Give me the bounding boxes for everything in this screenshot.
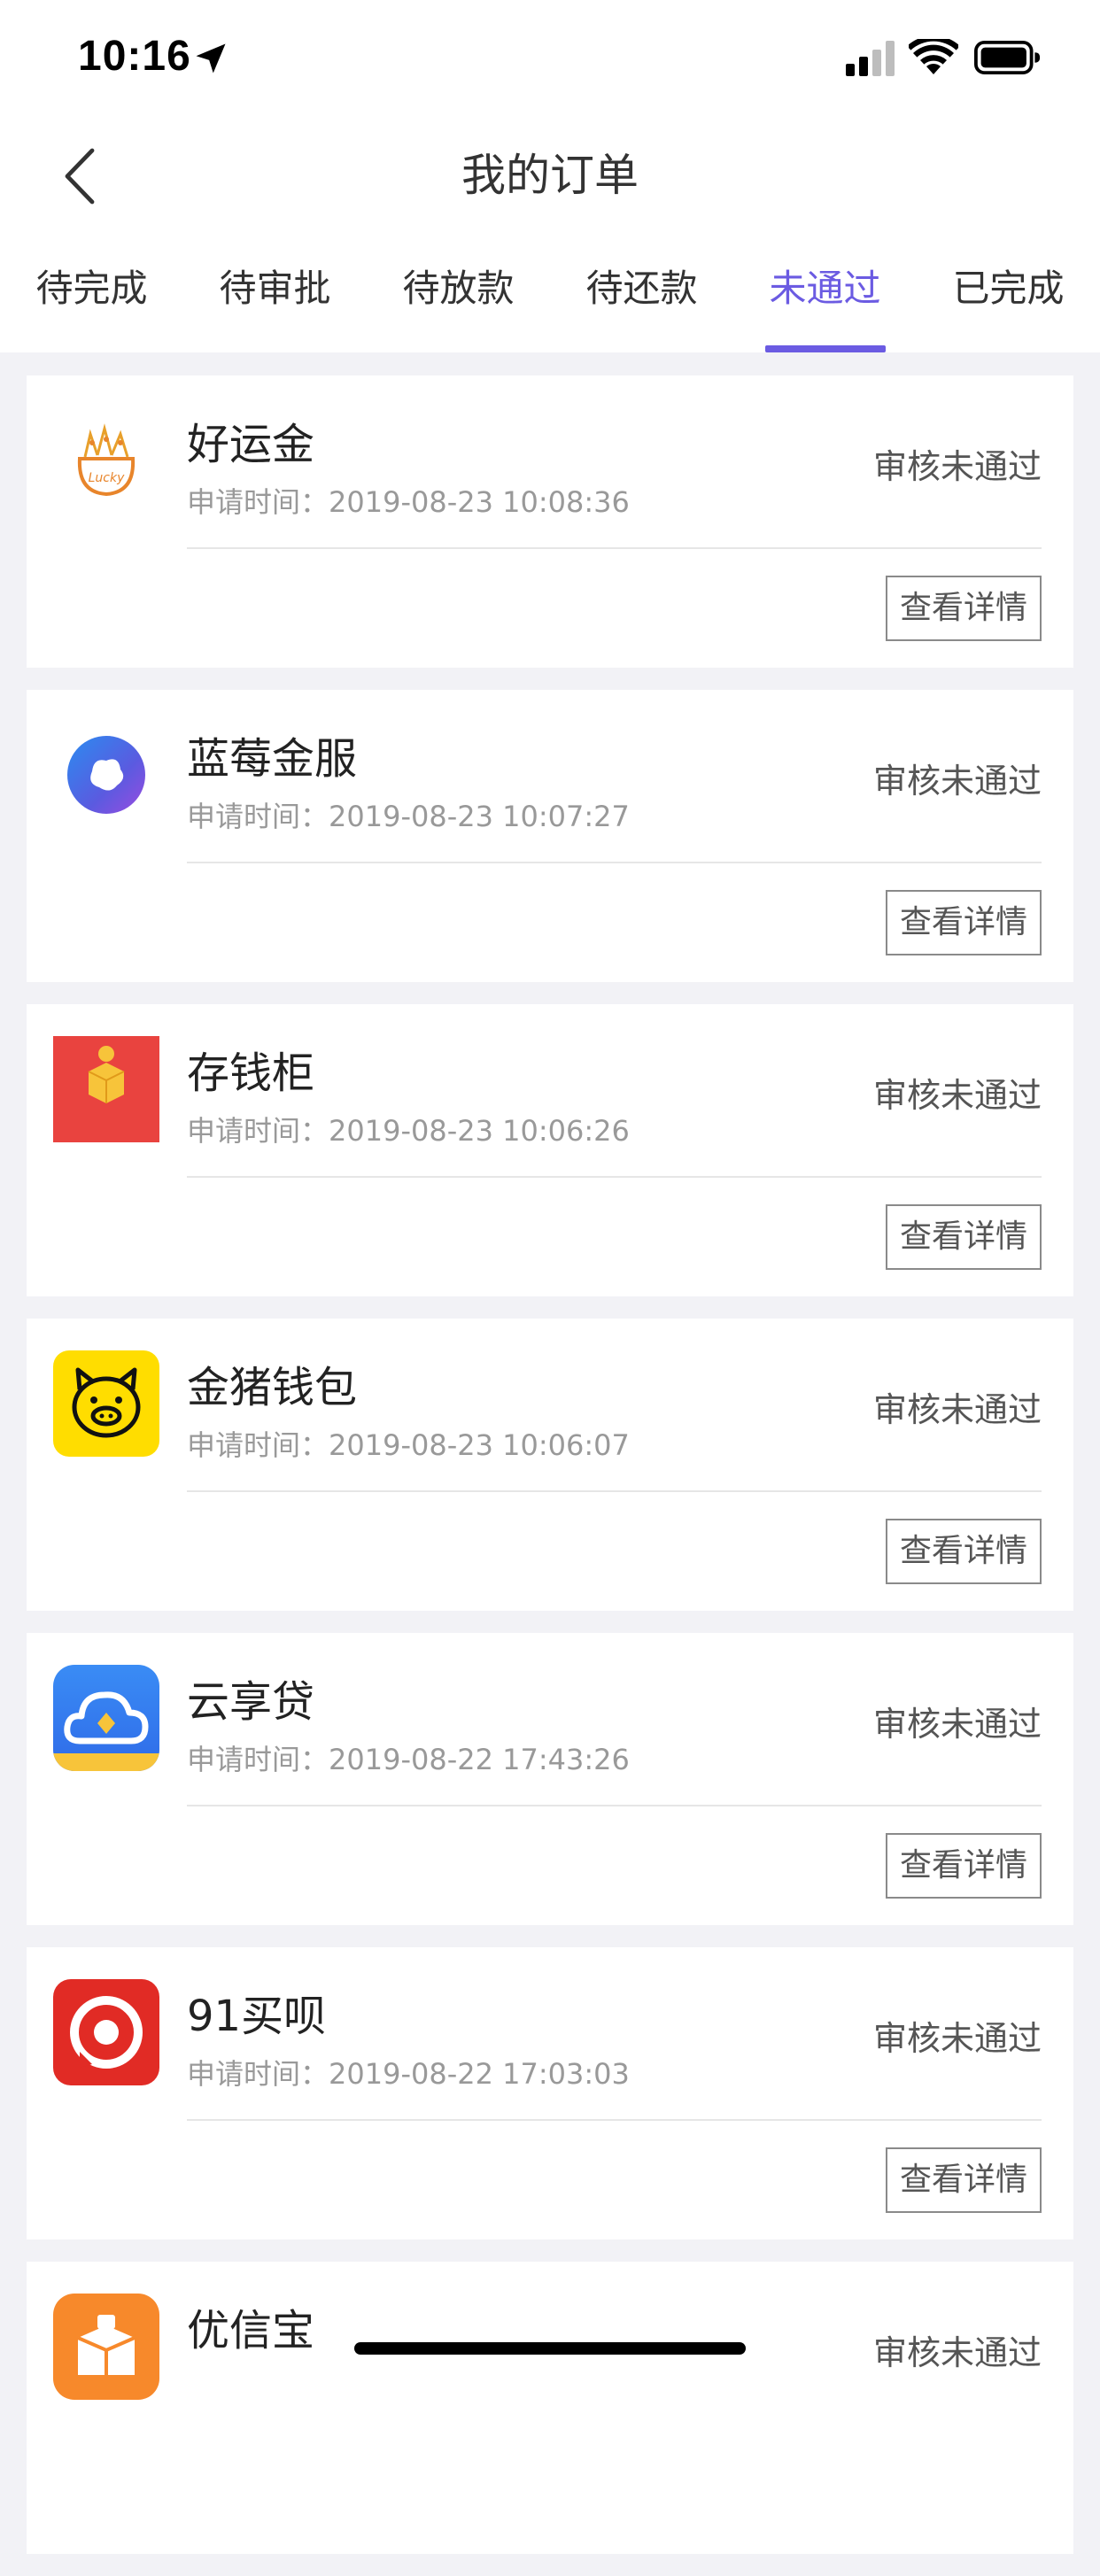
status-badge: 审核未通过 <box>872 1076 1042 1115</box>
cellular-signal-icon <box>846 41 895 76</box>
divider <box>187 1490 1042 1492</box>
blueberry-icon <box>53 722 159 828</box>
status-bar: 10:16 <box>0 0 1100 117</box>
view-details-button[interactable]: 查看详情 <box>886 1833 1042 1899</box>
pig-icon <box>53 1350 159 1457</box>
home-indicator[interactable] <box>354 2342 746 2355</box>
order-card[interactable]: Lucky 好运金 申请时间：2019-08-23 10:08:36 审核未通过… <box>27 375 1073 668</box>
tab-pending-repayment[interactable]: 待还款 <box>550 234 733 352</box>
order-list: Lucky 好运金 申请时间：2019-08-23 10:08:36 审核未通过… <box>27 375 1073 2576</box>
svg-text:Lucky: Lucky <box>89 471 125 485</box>
view-details-button[interactable]: 查看详情 <box>886 1519 1042 1584</box>
order-card[interactable]: 云享贷 申请时间：2019-08-22 17:43:26 审核未通过 查看详情 <box>27 1633 1073 1925</box>
coin-box-icon <box>53 1036 159 1142</box>
status-time: 10:16 <box>78 33 191 80</box>
tab-completed[interactable]: 已完成 <box>917 234 1100 352</box>
view-details-button[interactable]: 查看详情 <box>886 1204 1042 1270</box>
apply-time: 申请时间：2019-08-23 10:06:26 <box>187 1114 630 1148</box>
nav-bar: 我的订单 <box>0 117 1100 234</box>
app-name: 91买呗 <box>187 1992 327 2041</box>
target-icon <box>53 1979 159 2085</box>
app-name: 云享贷 <box>187 1677 315 1727</box>
order-card[interactable]: 蓝莓金服 申请时间：2019-08-23 10:07:27 审核未通过 查看详情 <box>27 690 1073 982</box>
apply-time: 申请时间：2019-08-23 10:08:36 <box>187 485 630 519</box>
app-name: 好运金 <box>187 420 315 469</box>
status-badge: 审核未通过 <box>872 2019 1042 2058</box>
view-details-button[interactable]: 查看详情 <box>886 890 1042 955</box>
status-badge: 审核未通过 <box>872 1390 1042 1429</box>
app-name: 金猪钱包 <box>187 1363 358 1412</box>
wifi-icon <box>909 39 958 74</box>
tab-pending-complete[interactable]: 待完成 <box>0 234 183 352</box>
app-name: 存钱柜 <box>187 1048 315 1098</box>
tab-pending-disbursement[interactable]: 待放款 <box>367 234 550 352</box>
divider <box>187 862 1042 863</box>
order-status-tabs: 待完成 待审批 待放款 待还款 未通过 已完成 <box>0 234 1100 352</box>
view-details-button[interactable]: 查看详情 <box>886 2147 1042 2213</box>
box-icon <box>53 2294 159 2400</box>
back-chevron-icon[interactable] <box>53 145 106 207</box>
page-title: 我的订单 <box>461 150 639 201</box>
app-name: 优信宝 <box>187 2306 315 2356</box>
apply-time: 申请时间：2019-08-22 17:03:03 <box>187 2057 630 2091</box>
tab-pending-approval[interactable]: 待审批 <box>183 234 367 352</box>
order-card[interactable]: 金猪钱包 申请时间：2019-08-23 10:06:07 审核未通过 查看详情 <box>27 1319 1073 1611</box>
lucky-bag-icon: Lucky <box>53 407 159 514</box>
divider <box>187 547 1042 549</box>
divider <box>187 1805 1042 1806</box>
apply-time: 申请时间：2019-08-23 10:06:07 <box>187 1428 630 1462</box>
app-name: 蓝莓金服 <box>187 734 358 784</box>
divider <box>187 1176 1042 1178</box>
divider <box>187 2119 1042 2121</box>
view-details-button[interactable]: 查看详情 <box>886 576 1042 641</box>
status-badge: 审核未通过 <box>872 1705 1042 1744</box>
location-arrow-icon <box>196 43 226 73</box>
status-badge: 审核未通过 <box>872 2333 1042 2372</box>
order-card[interactable]: 91买呗 申请时间：2019-08-22 17:03:03 审核未通过 查看详情 <box>27 1947 1073 2239</box>
status-badge: 审核未通过 <box>872 762 1042 801</box>
cloud-icon <box>53 1665 159 1771</box>
apply-time: 申请时间：2019-08-23 10:07:27 <box>187 800 630 833</box>
order-card[interactable]: 存钱柜 申请时间：2019-08-23 10:06:26 审核未通过 查看详情 <box>27 1004 1073 1296</box>
tab-rejected[interactable]: 未通过 <box>733 234 917 352</box>
battery-icon <box>974 41 1041 74</box>
status-badge: 审核未通过 <box>872 447 1042 486</box>
apply-time: 申请时间：2019-08-22 17:43:26 <box>187 1743 630 1776</box>
order-card[interactable]: 优信宝 审核未通过 <box>27 2262 1073 2554</box>
